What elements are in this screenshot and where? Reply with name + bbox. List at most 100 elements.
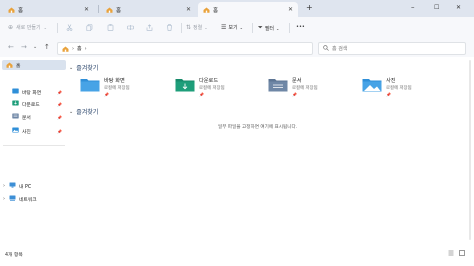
home-icon — [62, 46, 69, 52]
search-input[interactable]: 홈 검색 — [332, 45, 347, 52]
navigation-pane — [0, 57, 68, 245]
section-title: 즐겨찾기 — [76, 65, 99, 72]
tab-close-icon[interactable]: ✕ — [186, 6, 191, 13]
up-arrow-icon[interactable]: ↑ — [44, 43, 50, 51]
sidebar-item-label: 내 PC — [19, 184, 32, 190]
breadcrumb-home[interactable]: 홈 — [77, 45, 82, 52]
recent-locations-icon[interactable]: ⌄ — [33, 44, 37, 50]
sidebar-item-desktop[interactable]: 바탕 화면 📌 — [12, 87, 66, 97]
favorite-location: 로컬에 저장됨 — [199, 86, 225, 91]
home-icon — [106, 7, 113, 13]
more-options-button[interactable]: ••• — [296, 24, 305, 30]
pictures-folder-icon — [362, 77, 382, 94]
favorite-item-pictures[interactable]: 사진 로컬에 저장됨 📌 — [362, 77, 412, 97]
status-bar — [0, 245, 474, 266]
favorite-item-downloads[interactable]: 다운로드 로컬에 저장됨 📌 — [175, 77, 225, 97]
sidebar-item-this-pc[interactable]: › 내 PC — [3, 181, 66, 191]
minimize-button[interactable]: – — [411, 3, 415, 11]
view-button[interactable]: ☰ 보기 ⌄ — [221, 24, 243, 31]
documents-icon — [12, 113, 19, 121]
view-button-label: 보기 — [228, 25, 238, 31]
favorite-name: 바탕 화면 — [104, 78, 125, 84]
sidebar-item-label: 사진 — [22, 129, 31, 135]
sidebar-item-label: 홈 — [16, 63, 21, 69]
pictures-icon — [12, 127, 19, 135]
tab-label: 홈 — [18, 7, 24, 14]
chevron-right-icon[interactable]: › — [3, 196, 5, 202]
forward-arrow-icon[interactable]: → — [21, 43, 27, 51]
breadcrumb-chevron[interactable]: › — [72, 46, 74, 52]
tab-label: 홈 — [213, 7, 219, 14]
maximize-button[interactable]: ☐ — [434, 4, 439, 11]
new-tab-button[interactable]: + — [306, 3, 313, 12]
toolbar-divider — [57, 23, 58, 33]
sidebar-item-label: 문서 — [22, 115, 31, 121]
chevron-down-icon: ⌄ — [69, 64, 74, 71]
tab-home-active[interactable]: 홈 ✕ — [198, 2, 298, 17]
sidebar-item-downloads[interactable]: 다운로드 📌 — [12, 99, 66, 109]
cut-icon[interactable] — [66, 24, 73, 33]
rename-icon[interactable] — [127, 24, 134, 33]
back-arrow-icon[interactable]: ← — [8, 43, 14, 51]
item-count: 4개 항목 — [5, 253, 23, 258]
delete-icon[interactable] — [166, 24, 173, 33]
sort-button-label: 정렬 — [193, 25, 203, 31]
tab-divider — [98, 5, 99, 13]
section-header-favorites[interactable]: ⌄ 즐겨찾기 — [69, 63, 99, 73]
pin-icon: 📌 — [57, 128, 62, 134]
pc-icon — [9, 182, 16, 190]
pin-icon: 📌 — [104, 92, 109, 97]
favorite-item-desktop[interactable]: 바탕 화면 로컬에 저장됨 📌 — [80, 77, 130, 97]
desktop-icon — [12, 88, 19, 96]
copy-icon[interactable] — [86, 24, 93, 33]
pin-icon: 📌 — [57, 101, 62, 107]
search-box[interactable]: 홈 검색 — [318, 42, 466, 55]
share-icon[interactable] — [146, 24, 153, 33]
sidebar-item-documents[interactable]: 문서 📌 — [12, 112, 66, 122]
favorite-name: 사진 — [386, 78, 396, 84]
pin-icon: 📌 — [199, 92, 204, 97]
favorite-item-documents[interactable]: 문서 로컬에 저장됨 📌 — [268, 77, 318, 97]
chevron-down-icon: ⌄ — [239, 25, 243, 30]
pin-icon: 📌 — [292, 92, 297, 97]
sort-icon: ⇅ — [186, 24, 192, 31]
desktop-folder-icon — [80, 77, 100, 94]
favorite-name: 다운로드 — [199, 78, 219, 84]
plus-circle-icon: ⊕ — [8, 24, 14, 31]
tab-close-icon[interactable]: ✕ — [288, 6, 293, 13]
section-title: 즐겨찾기 — [76, 109, 99, 116]
home-icon — [8, 7, 15, 13]
pin-icon: 📌 — [57, 114, 62, 120]
favorite-name: 문서 — [292, 78, 302, 84]
tab-home-1[interactable]: 홈 ✕ — [4, 2, 94, 17]
sidebar-item-home[interactable]: 홈 — [2, 60, 66, 70]
chevron-down-icon: ⌄ — [276, 25, 280, 31]
sidebar-item-label: 바탕 화면 — [22, 90, 42, 96]
paste-icon[interactable] — [107, 24, 114, 33]
section-header-favorite-files[interactable]: ⌄ 즐겨찾기 — [69, 107, 99, 117]
chevron-down-icon: ⌄ — [69, 108, 74, 115]
breadcrumb-chevron[interactable]: › — [85, 46, 87, 52]
tab-close-icon[interactable]: ✕ — [84, 6, 89, 13]
sidebar-divider — [3, 145, 65, 146]
pin-icon: 📌 — [57, 89, 62, 95]
new-button[interactable]: ⊕ 새로 만들기 ⌄ — [8, 24, 47, 31]
sort-button[interactable]: ⇅ 정렬 ⌄ — [186, 24, 208, 31]
sidebar-item-label: 다운로드 — [22, 102, 40, 108]
close-button[interactable]: ✕ — [456, 4, 461, 11]
favorite-location: 로컬에 저장됨 — [104, 86, 130, 91]
sidebar-item-pictures[interactable]: 사진 📌 — [12, 126, 66, 136]
chevron-down-icon: ⌄ — [204, 25, 208, 30]
tab-label: 홈 — [116, 7, 122, 14]
filter-button[interactable]: ⏷ 필터 ⌄ — [258, 24, 279, 32]
address-bar[interactable]: › 홈 › — [57, 42, 313, 55]
chevron-right-icon[interactable]: › — [3, 183, 5, 189]
details-view-icon[interactable] — [448, 250, 454, 258]
tiles-view-icon[interactable] — [459, 250, 465, 258]
home-icon — [6, 62, 13, 68]
sidebar-item-network[interactable]: › 네트워크 — [3, 194, 66, 204]
vertical-scrollbar[interactable] — [469, 60, 471, 240]
view-icon: ☰ — [221, 24, 227, 31]
download-icon — [12, 100, 19, 108]
tab-home-2[interactable]: 홈 ✕ — [102, 2, 196, 17]
